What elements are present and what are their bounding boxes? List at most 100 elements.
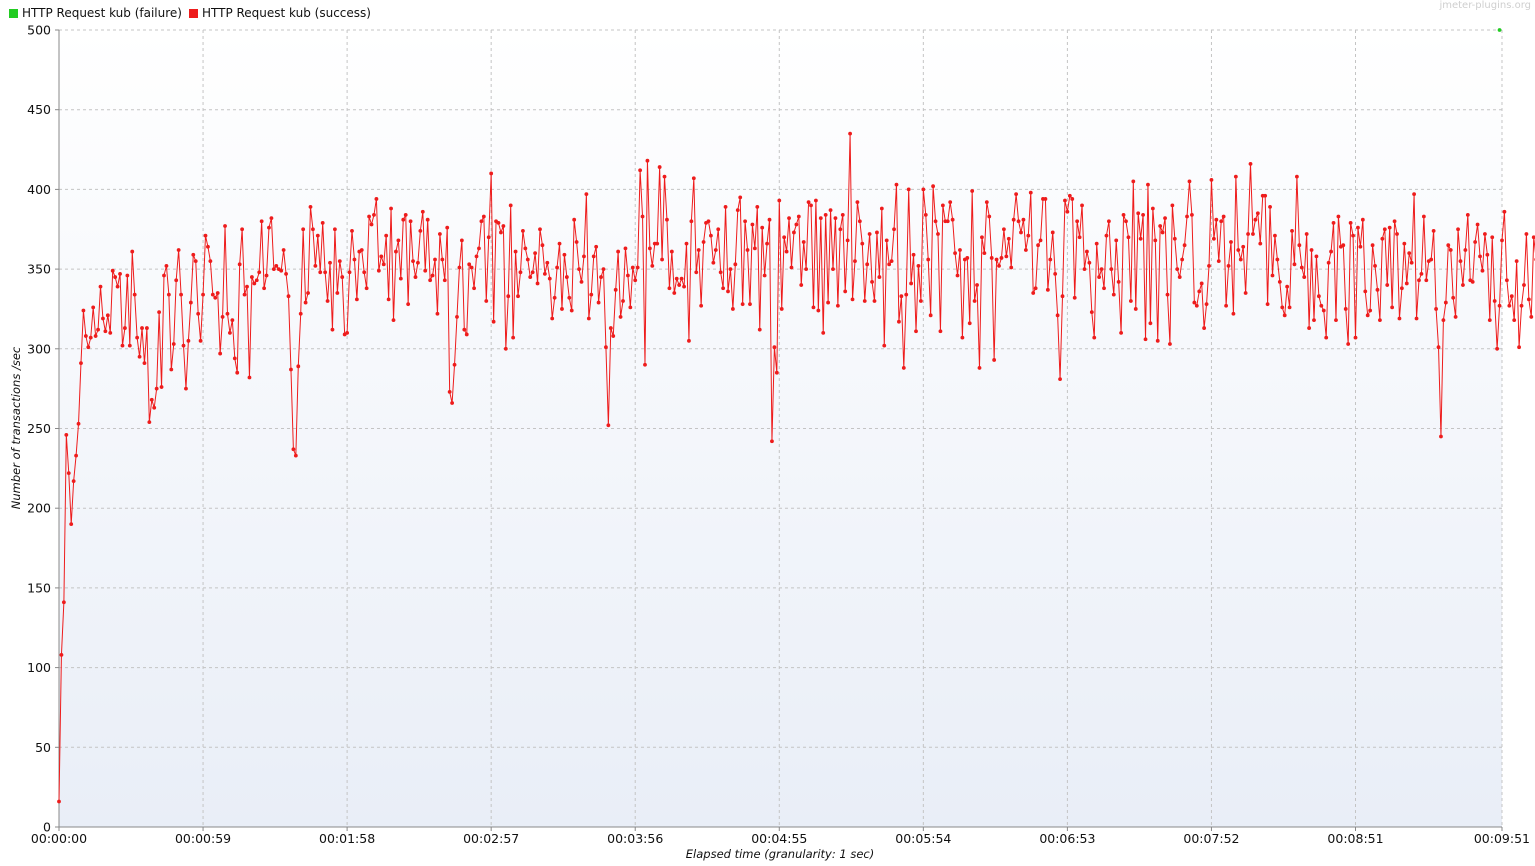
data-point [1356, 225, 1360, 230]
data-point [110, 268, 115, 273]
data-point [1287, 305, 1292, 310]
data-point [311, 227, 315, 232]
legend-item-success[interactable]: HTTP Request kub (success) [188, 6, 371, 20]
data-point [1131, 179, 1136, 184]
data-point [1409, 260, 1414, 265]
data-point [1465, 213, 1470, 217]
data-point [674, 276, 679, 281]
data-point [542, 271, 547, 276]
data-point [1033, 286, 1038, 291]
data-point [831, 267, 835, 271]
data-point [967, 321, 972, 326]
data-point [899, 294, 904, 299]
data-point [447, 389, 452, 394]
data-point [88, 335, 93, 340]
data-point [752, 246, 757, 251]
data-point [533, 251, 538, 256]
data-point [1243, 291, 1248, 295]
data-point [1363, 289, 1368, 294]
data-point [403, 213, 408, 217]
data-point [1485, 252, 1490, 257]
data-point [318, 270, 323, 275]
data-point [560, 307, 564, 311]
data-point [1434, 307, 1438, 311]
data-point [792, 230, 796, 235]
data-point [687, 338, 691, 343]
data-point [423, 268, 428, 273]
data-point [1443, 300, 1448, 305]
x-tick-label: 00:00:00 [31, 831, 87, 846]
data-point [1190, 213, 1194, 217]
data-point [923, 213, 928, 217]
data-point [811, 305, 816, 310]
data-point [1258, 241, 1263, 246]
data-point [1141, 213, 1145, 217]
data-point [1028, 190, 1033, 195]
line-chart: 05010015020025030035040045050000:00:00 00… [9, 23, 1535, 861]
data-point [245, 284, 249, 289]
data-point [1226, 264, 1231, 268]
data-point [821, 330, 826, 335]
data-point [569, 308, 574, 313]
data-point [1500, 238, 1504, 243]
data-point [1478, 254, 1482, 259]
data-point [225, 311, 230, 316]
data-point [860, 241, 865, 246]
data-point [1446, 243, 1451, 248]
data-point [450, 401, 454, 405]
legend-item-failure[interactable]: HTTP Request kub (failure) [9, 6, 182, 20]
data-point [108, 330, 113, 335]
data-point [669, 249, 674, 254]
data-point [467, 262, 472, 267]
data-point [958, 248, 962, 252]
data-point [379, 254, 384, 259]
data-point [308, 205, 313, 209]
data-point [782, 235, 787, 240]
data-point [691, 176, 696, 181]
data-point [61, 600, 66, 605]
data-point [655, 241, 660, 246]
data-point [315, 233, 320, 238]
data-point [323, 270, 328, 275]
data-point [938, 329, 943, 334]
data-point [1517, 345, 1521, 350]
data-point [1146, 182, 1150, 187]
data-point [528, 275, 533, 279]
data-point [179, 292, 183, 297]
data-point [630, 265, 635, 270]
data-point [145, 326, 149, 330]
data-point [477, 246, 481, 251]
data-point [137, 354, 142, 359]
data-point [709, 233, 713, 238]
data-point [828, 208, 833, 213]
data-point [1314, 254, 1319, 259]
data-point [220, 315, 225, 319]
data-point [303, 300, 308, 305]
data-point [1380, 236, 1385, 241]
data-point [645, 158, 650, 163]
data-point [416, 260, 420, 265]
data-point [1251, 232, 1255, 236]
data-point [1309, 248, 1314, 252]
data-point [582, 254, 586, 259]
x-tick-label: 00:05:54 [895, 831, 951, 846]
data-point [1417, 278, 1421, 283]
data-point [801, 240, 806, 244]
data-point [1055, 313, 1060, 318]
data-point [1099, 267, 1104, 271]
data-point [1277, 279, 1282, 284]
data-point [567, 295, 572, 300]
data-point [1326, 260, 1331, 265]
data-point [940, 203, 945, 208]
data-point [1143, 337, 1148, 342]
data-point [418, 228, 423, 233]
data-point [713, 248, 718, 252]
x-tick-label: 00:09:51 [1474, 831, 1530, 846]
data-point [386, 297, 391, 302]
data-point [1456, 227, 1460, 232]
data-point [1512, 318, 1517, 323]
data-point [442, 278, 447, 283]
data-point [1375, 287, 1380, 292]
data-point [579, 279, 584, 284]
data-point [667, 286, 672, 291]
